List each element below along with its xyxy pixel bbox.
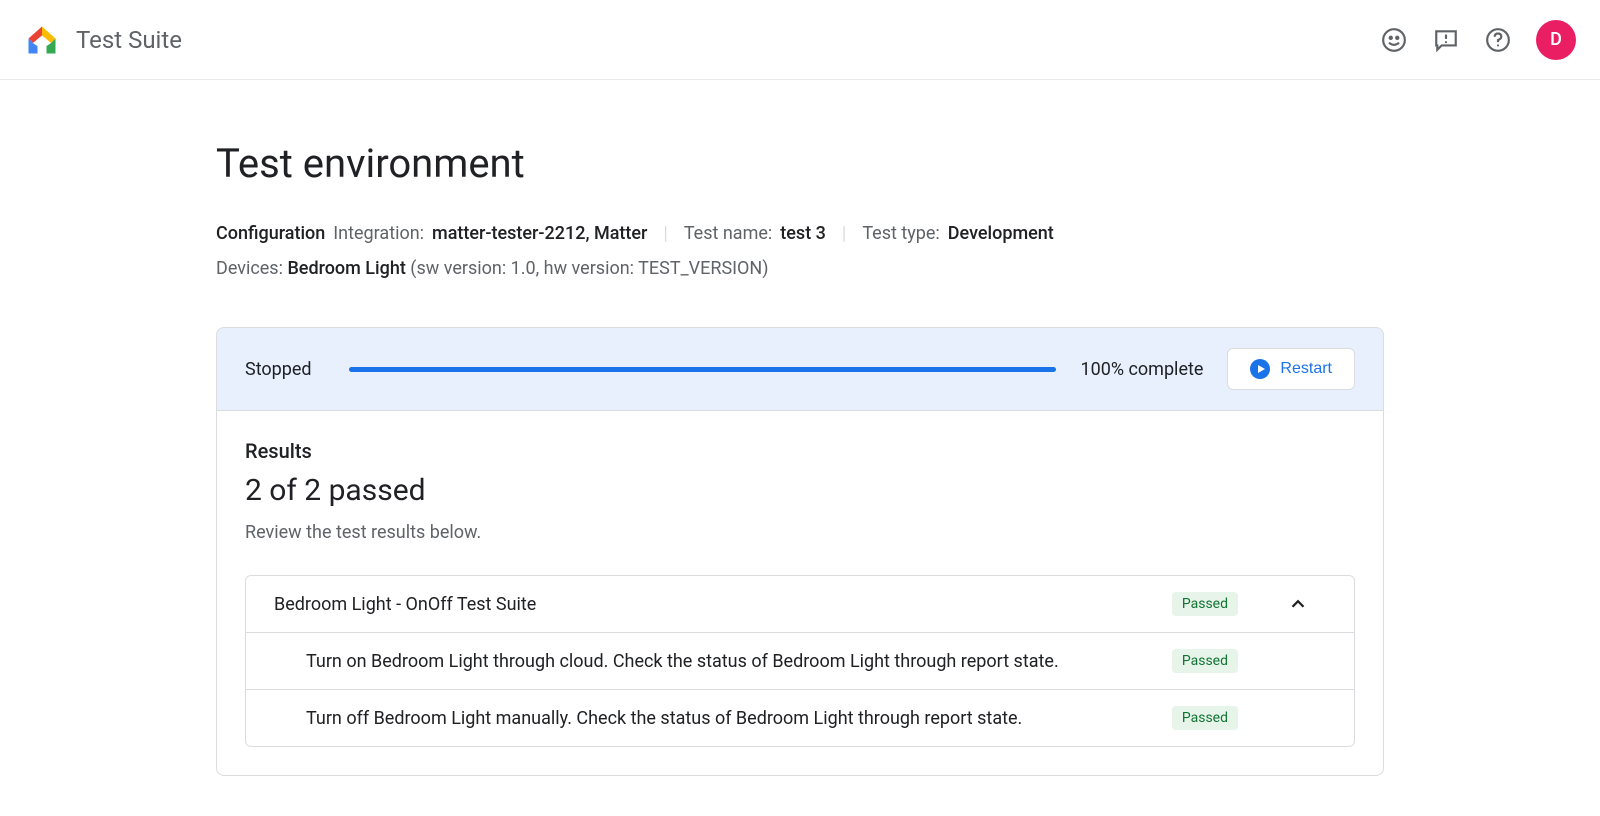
play-icon (1250, 359, 1270, 379)
integration-value: matter-tester-2212, Matter (432, 223, 647, 244)
divider: | (842, 223, 846, 244)
configuration-line: Configuration Integration: matter-tester… (216, 223, 1384, 244)
integration-label: Integration: (333, 223, 424, 244)
test-name-value: test 3 (780, 223, 826, 244)
google-home-logo-icon (24, 22, 60, 58)
test-type-label: Test type: (862, 223, 939, 244)
progress-text: 100% complete (1080, 359, 1203, 380)
results-panel: Results 2 of 2 passed Review the test re… (216, 411, 1384, 776)
announcement-icon[interactable] (1432, 26, 1460, 54)
config-label: Configuration (216, 223, 325, 244)
results-heading: Results (245, 439, 1355, 463)
device-name: Bedroom Light (287, 258, 405, 279)
devices-label: Devices: (216, 258, 283, 279)
status-badge: Passed (1172, 592, 1238, 616)
user-avatar[interactable]: D (1536, 20, 1576, 60)
test-item: Turn on Bedroom Light through cloud. Che… (246, 633, 1354, 690)
header-right: D (1380, 20, 1576, 60)
test-name-label: Test name: (684, 223, 772, 244)
status-badge: Passed (1172, 706, 1238, 730)
restart-label: Restart (1280, 360, 1332, 378)
status-bar: Stopped 100% complete Restart (216, 327, 1384, 411)
restart-button[interactable]: Restart (1227, 348, 1355, 390)
chevron-up-icon (1286, 592, 1310, 616)
status-badge: Passed (1172, 649, 1238, 673)
status-state: Stopped (245, 359, 325, 380)
devices-line: Devices: Bedroom Light (sw version: 1.0,… (216, 258, 1384, 279)
test-item-text: Turn off Bedroom Light manually. Check t… (306, 708, 1172, 729)
progress-container: 100% complete (349, 359, 1203, 380)
test-type-value: Development (948, 223, 1054, 244)
page-title: Test environment (216, 140, 1384, 187)
results-subtext: Review the test results below. (245, 522, 1355, 543)
help-icon[interactable] (1484, 26, 1512, 54)
app-header: Test Suite D (0, 0, 1600, 80)
test-item: Turn off Bedroom Light manually. Check t… (246, 690, 1354, 746)
test-group-header[interactable]: Bedroom Light - OnOff Test Suite Passed (246, 576, 1354, 633)
divider: | (663, 223, 667, 244)
test-group: Bedroom Light - OnOff Test Suite Passed … (245, 575, 1355, 747)
app-title: Test Suite (76, 26, 182, 54)
header-left: Test Suite (24, 22, 182, 58)
progress-bar (349, 367, 1056, 372)
test-group-title: Bedroom Light - OnOff Test Suite (274, 594, 1172, 615)
test-item-text: Turn on Bedroom Light through cloud. Che… (306, 651, 1172, 672)
main-content: Test environment Configuration Integrati… (200, 80, 1400, 816)
results-summary: 2 of 2 passed (245, 473, 1355, 508)
feedback-smile-icon[interactable] (1380, 26, 1408, 54)
device-details: (sw version: 1.0, hw version: TEST_VERSI… (410, 258, 768, 279)
